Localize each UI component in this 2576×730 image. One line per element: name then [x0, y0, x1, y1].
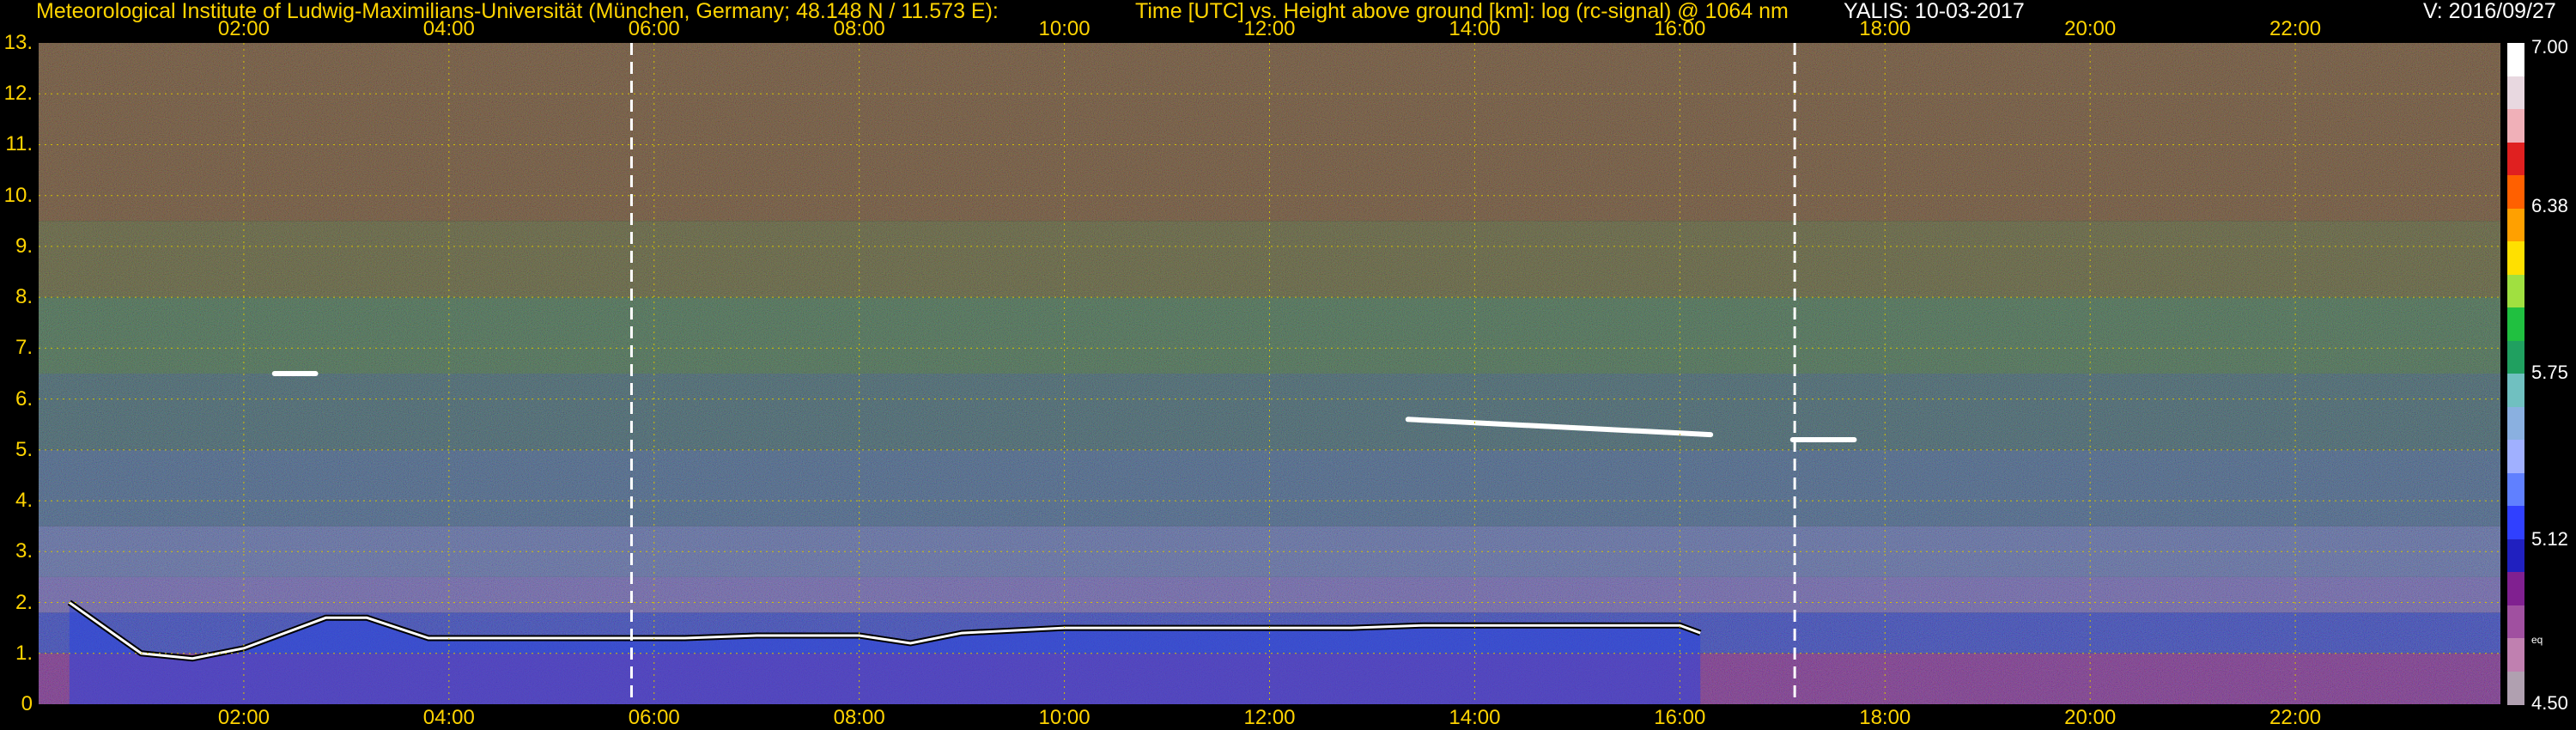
- x-tick-label: 04:00: [422, 17, 475, 40]
- x-tick-label: 10:00: [1038, 17, 1091, 40]
- x-tick-label: 06:00: [628, 706, 680, 729]
- y-tick-label: 2.: [15, 590, 33, 614]
- x-tick-label: 14:00: [1449, 17, 1501, 40]
- colorbar-segment: [2507, 406, 2524, 441]
- y-tick-label: 10.: [3, 183, 33, 207]
- y-tick-label: 11.: [5, 132, 33, 156]
- colorbar-segment: [2507, 208, 2524, 242]
- colorbar-segment: [2507, 43, 2524, 77]
- colorbar-label: 5.12: [2531, 528, 2568, 551]
- colorbar-label: 4.50: [2531, 692, 2568, 714]
- x-tick-label: 20:00: [2064, 706, 2117, 729]
- x-tick-label: 20:00: [2064, 17, 2117, 40]
- colorbar-segment: [2507, 605, 2524, 639]
- lidar-quicklook: Meteorological Institute of Ludwig-Maxim…: [0, 0, 2576, 730]
- y-tick-label: 6.: [15, 386, 33, 411]
- colorbar-segment: [2507, 142, 2524, 176]
- colorbar-segment: [2507, 109, 2524, 143]
- x-tick-label: 22:00: [2269, 17, 2322, 40]
- colorbar-segment: [2507, 175, 2524, 210]
- y-tick-label: 1.: [15, 641, 33, 665]
- y-tick-label: 3.: [15, 539, 33, 563]
- colorbar-segment: [2507, 340, 2524, 374]
- x-tick-label: 22:00: [2269, 706, 2322, 729]
- y-tick-label: 9.: [15, 234, 33, 258]
- colorbar-segment: [2507, 274, 2524, 308]
- x-tick-label: 08:00: [833, 17, 885, 40]
- colorbar-segment: [2507, 76, 2524, 110]
- y-tick-label: 12.: [3, 82, 33, 106]
- x-tick-label: 02:00: [217, 706, 270, 729]
- x-tick-label: 12:00: [1243, 17, 1296, 40]
- y-tick-label: 4.: [15, 489, 33, 513]
- colorbar-label: 6.38: [2531, 194, 2568, 216]
- x-tick-label: 16:00: [1654, 17, 1706, 40]
- colorbar-segment: [2507, 472, 2524, 507]
- colorbar-segment: [2507, 538, 2524, 573]
- x-tick-label: 04:00: [422, 706, 475, 729]
- colorbar-segment: [2507, 241, 2524, 276]
- colorbar-segment: [2507, 440, 2524, 474]
- x-tick-label: 06:00: [628, 17, 680, 40]
- x-tick-label: 08:00: [833, 706, 885, 729]
- colorbar-label: 5.75: [2531, 362, 2568, 383]
- x-tick-label: 18:00: [1859, 17, 1911, 40]
- colorbar-segment: [2507, 638, 2524, 672]
- colorbar: [2507, 43, 2524, 705]
- colorbar-segment: [2507, 506, 2524, 540]
- x-tick-label: 16:00: [1654, 706, 1706, 729]
- version-label: V: 2016/09/27: [2423, 0, 2556, 23]
- colorbar-segment: [2507, 307, 2524, 342]
- x-tick-label: 02:00: [217, 17, 270, 40]
- x-tick-label: 18:00: [1859, 706, 1911, 729]
- y-tick-label: 7.: [15, 336, 33, 360]
- colorbar-label: 7.00: [2531, 36, 2568, 58]
- y-tick-label: 13.: [3, 31, 33, 54]
- colorbar-segment: [2507, 572, 2524, 606]
- colorbar-segment: [2507, 671, 2524, 705]
- x-tick-label: 12:00: [1243, 706, 1296, 729]
- colorbar-segment: [2507, 374, 2524, 408]
- x-tick-label: 14:00: [1449, 706, 1501, 729]
- y-tick-label: 0: [21, 692, 33, 715]
- heatmap-plot: [39, 43, 2500, 704]
- y-tick-label: 8.: [15, 285, 33, 309]
- colorbar-eq-label: eq: [2531, 634, 2543, 646]
- y-tick-label: 5.: [15, 437, 33, 461]
- x-tick-label: 10:00: [1038, 706, 1091, 729]
